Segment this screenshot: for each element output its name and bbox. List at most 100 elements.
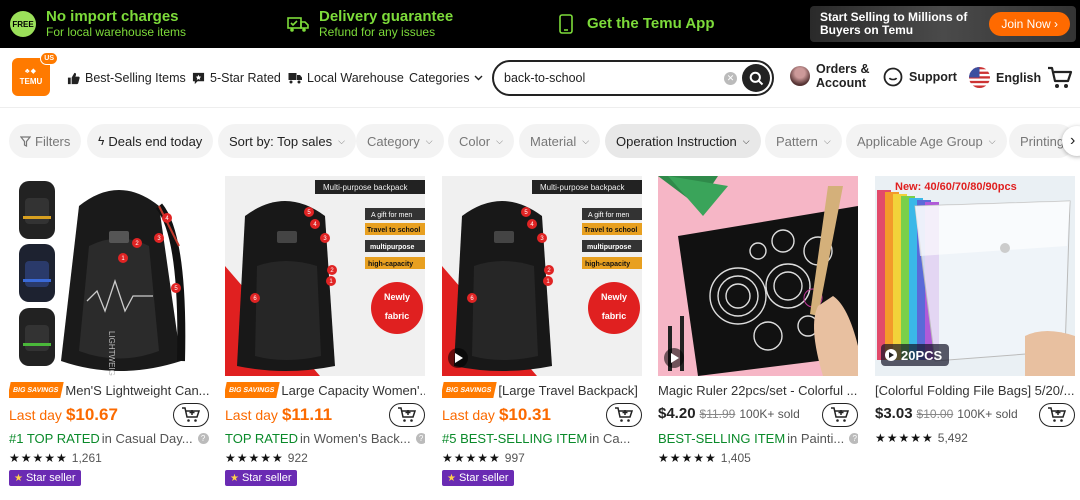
product-rank[interactable]: #5 BEST-SELLING ITEM in Ca... bbox=[442, 429, 642, 447]
delivery-guarantee-banner[interactable]: Delivery guarantee Refund for any issues bbox=[287, 0, 453, 48]
no-import-subtitle: For local warehouse items bbox=[46, 25, 187, 39]
product-image[interactable]: New: 40/60/70/80/90pcs 20PCS bbox=[875, 176, 1075, 376]
product-card[interactable]: Multi-purpose backpack 543216 A gift for… bbox=[225, 176, 425, 496]
product-price: Last day $10.31 bbox=[442, 405, 551, 427]
sold-count: 100K+ sold bbox=[957, 407, 1018, 421]
support-label: Support bbox=[909, 70, 957, 84]
get-app-title: Get the Temu App bbox=[587, 15, 715, 32]
image-badge: 20PCS bbox=[901, 348, 943, 363]
review-count: 922 bbox=[287, 451, 308, 465]
nav-label: Local Warehouse bbox=[307, 71, 404, 85]
support-link[interactable]: Support bbox=[883, 67, 957, 87]
filters-chip[interactable]: Filters bbox=[9, 124, 82, 158]
product-title[interactable]: BIG SAVINGS Large Capacity Women'... bbox=[225, 381, 425, 399]
color-chip[interactable]: Color ⌵ bbox=[448, 124, 514, 158]
add-to-cart-button[interactable] bbox=[173, 403, 209, 427]
product-rating: ★★★★★ 5,492 bbox=[875, 430, 968, 446]
sold-count: 100K+ sold bbox=[739, 407, 800, 421]
product-card[interactable]: New: 40/60/70/80/90pcs 20PCS [Colorful F… bbox=[875, 176, 1075, 496]
add-to-cart-button[interactable] bbox=[822, 403, 858, 427]
product-rank[interactable]: #1 TOP RATED in Casual Day... ? bbox=[9, 429, 209, 447]
product-card[interactable]: Multi-purpose backpack 543216 A gift for… bbox=[442, 176, 642, 496]
price-value: $10.31 bbox=[498, 405, 551, 424]
star-icons: ★★★★★ bbox=[658, 451, 717, 465]
image-tag: multipurpose bbox=[370, 244, 414, 251]
svg-text:Newly: Newly bbox=[384, 292, 410, 302]
product-title[interactable]: BIG SAVINGS [Large Travel Backpack] ... bbox=[442, 381, 642, 399]
thumbs-up-icon bbox=[67, 72, 80, 84]
get-app-banner[interactable]: Get the Temu App bbox=[555, 0, 715, 48]
add-cart-icon bbox=[182, 407, 201, 422]
nav-best-selling[interactable]: Best-Selling Items bbox=[67, 69, 186, 87]
product-image[interactable]: LIGHTWEIGHT 43215 bbox=[9, 176, 209, 376]
material-chip[interactable]: Material ⌵ bbox=[519, 124, 601, 158]
svg-text:LIGHTWEIGHT: LIGHTWEIGHT bbox=[107, 331, 116, 376]
review-count: 997 bbox=[504, 451, 525, 465]
star-seller-label: Star seller bbox=[25, 472, 76, 484]
svg-text:fabric: fabric bbox=[385, 311, 410, 321]
delivery-title: Delivery guarantee bbox=[319, 8, 454, 25]
age-group-chip[interactable]: Applicable Age Group ⌵ bbox=[846, 124, 1007, 158]
category-chip[interactable]: Category ⌵ bbox=[356, 124, 444, 158]
chevron-down-icon: ⌵ bbox=[496, 135, 503, 146]
star-icons: ★★★★★ bbox=[225, 451, 284, 465]
product-rank[interactable]: TOP RATED in Women's Back... ? bbox=[225, 429, 425, 447]
account-line1: Orders & bbox=[816, 62, 870, 76]
search-button[interactable] bbox=[742, 64, 770, 92]
add-to-cart-button[interactable] bbox=[606, 403, 642, 427]
nav-categories[interactable]: Categories bbox=[409, 69, 483, 87]
lightning-icon: ϟ bbox=[98, 134, 105, 148]
chip-label: Operation Instruction bbox=[616, 133, 737, 149]
operation-instruction-chip[interactable]: Operation Instruction ⌵ bbox=[605, 124, 761, 158]
product-card[interactable]: LIGHTWEIGHT 43215 BIG SAVINGS Men'S Ligh… bbox=[9, 176, 209, 496]
product-title[interactable]: [Colorful Folding File Bags] 5/20/... bbox=[875, 381, 1075, 399]
product-image[interactable]: Multi-purpose backpack 543216 A gift for… bbox=[225, 176, 425, 376]
product-title[interactable]: Magic Ruler 22pcs/set - Colorful ... bbox=[658, 381, 858, 399]
price-prefix: Last day bbox=[225, 407, 278, 423]
no-import-charges-banner[interactable]: FREE No import charges For local warehou… bbox=[10, 0, 186, 48]
clear-search-icon[interactable]: ✕ bbox=[724, 72, 737, 85]
chip-label: Filters bbox=[35, 133, 71, 149]
rank-highlight: #5 BEST-SELLING ITEM bbox=[442, 430, 588, 446]
chevron-down-icon bbox=[474, 75, 483, 81]
rank-category: in Painti... bbox=[787, 430, 845, 446]
phone-icon bbox=[555, 13, 577, 35]
image-tag: high-capacity bbox=[368, 261, 413, 268]
orders-account[interactable]: Orders & Account bbox=[790, 62, 870, 90]
star-seller-label: Star seller bbox=[458, 472, 509, 484]
help-icon[interactable]: ? bbox=[197, 432, 209, 444]
svg-text:fabric: fabric bbox=[602, 311, 627, 321]
truck-icon bbox=[288, 73, 302, 84]
cart-button[interactable] bbox=[1047, 66, 1073, 95]
chevron-down-icon: ⌵ bbox=[742, 135, 750, 146]
svg-text:Newly: Newly bbox=[601, 292, 627, 302]
temu-logo[interactable]: ♣◆ TEMU US bbox=[12, 52, 58, 96]
start-selling-banner[interactable]: Start Selling to Millions of Buyers on T… bbox=[810, 6, 1076, 42]
product-rank[interactable]: BEST-SELLING ITEM in Painti... ? bbox=[658, 429, 858, 447]
help-icon[interactable]: ? bbox=[415, 432, 425, 444]
product-price: $3.03 $10.00 100K+ sold bbox=[875, 405, 1018, 427]
join-now-button[interactable]: Join Now › bbox=[989, 12, 1070, 36]
big-savings-badge: BIG SAVINGS bbox=[9, 382, 65, 398]
language-selector[interactable]: English bbox=[969, 67, 1041, 88]
pattern-chip[interactable]: Pattern ⌵ bbox=[765, 124, 842, 158]
star-seller-badge: ★ Star seller bbox=[9, 470, 81, 486]
nav-local-warehouse[interactable]: Local Warehouse bbox=[288, 69, 404, 87]
help-icon[interactable]: ? bbox=[849, 432, 858, 444]
product-card[interactable]: Magic Ruler 22pcs/set - Colorful ... $4.… bbox=[658, 176, 858, 496]
star-seller-badge: ★ Star seller bbox=[225, 470, 297, 486]
image-tag: A gift for men bbox=[588, 212, 629, 219]
add-cart-icon bbox=[398, 407, 417, 422]
product-image[interactable] bbox=[658, 176, 858, 376]
add-to-cart-button[interactable] bbox=[1039, 403, 1075, 427]
search-input[interactable] bbox=[504, 69, 704, 87]
sort-chip[interactable]: Sort by: Top sales ⌵ bbox=[218, 124, 356, 158]
product-image[interactable]: Multi-purpose backpack 543216 A gift for… bbox=[442, 176, 642, 376]
big-savings-badge: BIG SAVINGS bbox=[442, 382, 498, 398]
deals-end-today-chip[interactable]: ϟ Deals end today bbox=[87, 124, 214, 158]
free-shipping-icon: FREE bbox=[10, 11, 36, 37]
product-title[interactable]: BIG SAVINGS Men'S Lightweight Can... bbox=[9, 381, 209, 399]
add-to-cart-button[interactable] bbox=[389, 403, 425, 427]
nav-five-star[interactable]: 5-Star Rated bbox=[192, 69, 281, 87]
avatar bbox=[790, 66, 810, 86]
